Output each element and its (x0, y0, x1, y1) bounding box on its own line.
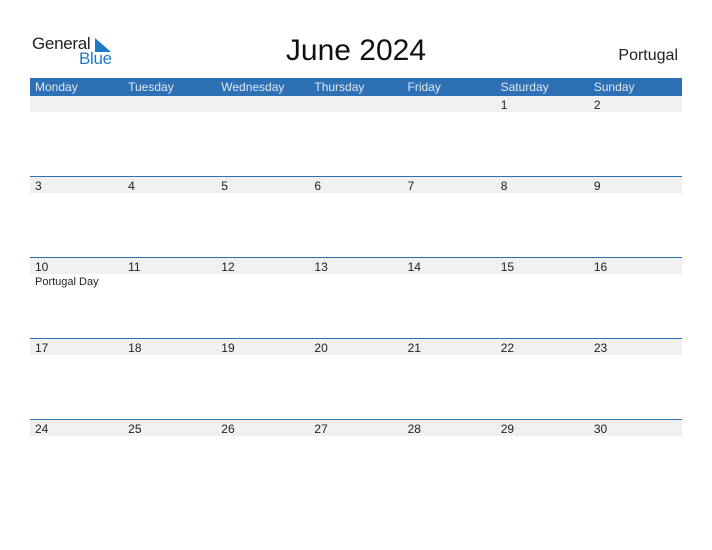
day-cell[interactable]: 12 (216, 258, 309, 339)
day-number: 13 (314, 260, 328, 274)
day-cell[interactable]: 14 (403, 258, 496, 339)
page-title: June 2024 (285, 34, 427, 67)
day-number: 8 (500, 179, 508, 193)
weekday-friday: Friday (407, 80, 441, 94)
day-cell[interactable]: 8 (496, 177, 589, 258)
day-cell[interactable]: 18 (123, 339, 216, 420)
day-cell[interactable]: 16 (589, 258, 682, 339)
day-cell[interactable]: 9 (589, 177, 682, 258)
week-row: 10 Portugal Day 11 12 13 14 15 16 (30, 257, 682, 339)
weekday-saturday: Saturday (500, 80, 549, 94)
day-cell[interactable]: 13 (309, 258, 402, 339)
day-number: 7 (407, 179, 415, 193)
day-number: 2 (593, 98, 601, 112)
day-cell[interactable]: 5 (216, 177, 309, 258)
day-number: 6 (314, 179, 322, 193)
week-row: 17 18 19 20 21 22 23 (30, 338, 682, 420)
day-number: 9 (593, 179, 601, 193)
day-cell[interactable]: 10 Portugal Day (30, 258, 123, 339)
day-cell[interactable]: 26 (216, 420, 309, 501)
day-cell[interactable]: 21 (403, 339, 496, 420)
day-cell[interactable]: 28 (403, 420, 496, 501)
holiday-event: Portugal Day (35, 276, 99, 288)
day-cell[interactable]: 25 (123, 420, 216, 501)
day-cell[interactable] (403, 96, 496, 177)
day-number: 28 (407, 422, 421, 436)
day-cell[interactable]: 4 (123, 177, 216, 258)
day-cell[interactable]: 7 (403, 177, 496, 258)
day-number: 24 (35, 422, 49, 436)
day-number: 3 (35, 179, 42, 193)
week-row: 24 25 26 27 28 29 30 (30, 419, 682, 501)
weekday-sunday: Sunday (593, 80, 635, 94)
day-number: 15 (500, 260, 515, 274)
day-number: 17 (35, 341, 49, 355)
day-cell[interactable]: 6 (309, 177, 402, 258)
day-number: 14 (407, 260, 421, 274)
day-number: 16 (593, 260, 608, 274)
weekday-wednesday: Wednesday (221, 80, 285, 94)
day-number: 4 (128, 179, 135, 193)
day-cell[interactable]: 15 (496, 258, 589, 339)
weekday-thursday: Thursday (314, 80, 365, 94)
day-number: 25 (128, 422, 142, 436)
day-number: 19 (221, 341, 235, 355)
day-cell[interactable]: 11 (123, 258, 216, 339)
day-number: 1 (500, 98, 508, 112)
day-cell[interactable] (216, 96, 309, 177)
day-cell[interactable]: 23 (589, 339, 682, 420)
day-number: 22 (500, 341, 515, 355)
day-cell[interactable]: 20 (309, 339, 402, 420)
weekday-monday: Monday (35, 80, 78, 94)
weekday-tuesday: Tuesday (128, 80, 174, 94)
day-number: 30 (593, 422, 608, 436)
week-row: 12 (30, 96, 682, 177)
day-cell[interactable]: 30 (589, 420, 682, 501)
day-number: 27 (314, 422, 328, 436)
day-cell[interactable] (30, 96, 123, 177)
day-cell[interactable] (123, 96, 216, 177)
day-cell[interactable]: 17 (30, 339, 123, 420)
day-number: 10 (35, 260, 49, 274)
day-number: 5 (221, 179, 228, 193)
day-cell[interactable] (309, 96, 402, 177)
day-cell[interactable]: 1 (496, 96, 589, 177)
day-number: 11 (128, 260, 141, 274)
day-cell[interactable]: 24 (30, 420, 123, 501)
day-number: 21 (407, 341, 421, 355)
day-cell[interactable]: 3 (30, 177, 123, 258)
day-number: 12 (221, 260, 235, 274)
day-number: 29 (500, 422, 515, 436)
day-cell[interactable]: 2 (589, 96, 682, 177)
day-cell[interactable]: 19 (216, 339, 309, 420)
day-number: 23 (593, 341, 608, 355)
week-row: 3 4 5 6 7 8 9 (30, 176, 682, 258)
day-number: 20 (314, 341, 328, 355)
day-cell[interactable]: 29 (496, 420, 589, 501)
day-cell[interactable]: 22 (496, 339, 589, 420)
weekday-header: Monday Tuesday Wednesday Thursday Friday Satu… (30, 78, 682, 96)
day-number: 26 (221, 422, 235, 436)
day-cell[interactable]: 27 (309, 420, 402, 501)
day-number: 18 (128, 341, 142, 355)
country-label: Portugal (618, 47, 678, 64)
